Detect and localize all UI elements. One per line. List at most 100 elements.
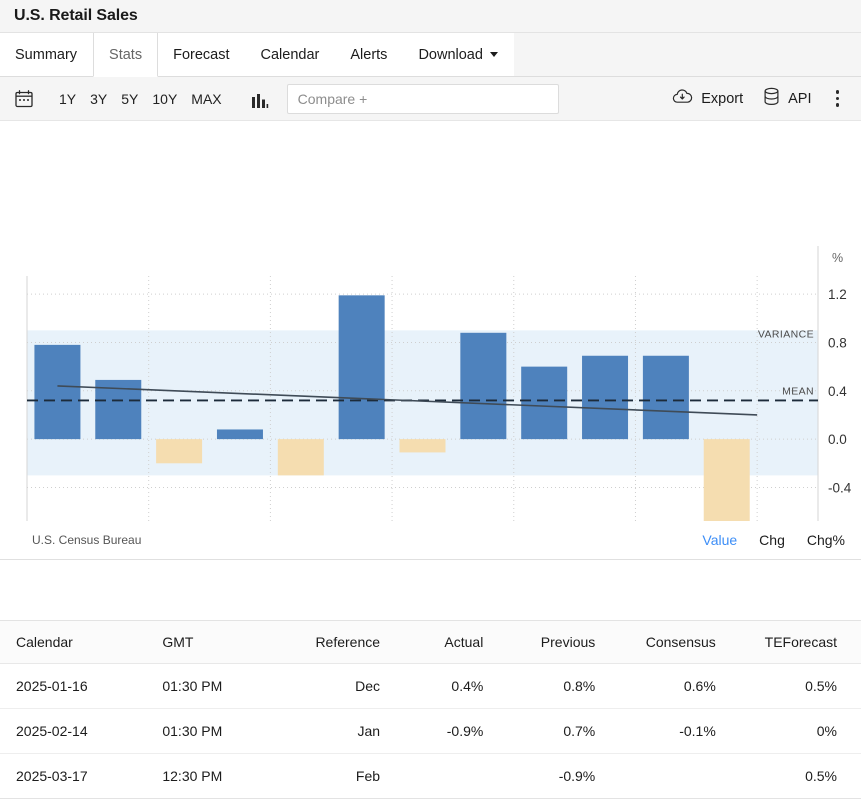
kebab-dot-1 — [836, 90, 840, 94]
table-cell: Jan — [267, 709, 396, 754]
table-cell: 0.7% — [499, 709, 611, 754]
table-cell: -0.9% — [499, 754, 611, 799]
column-header-teforecast[interactable]: TEForecast — [732, 621, 861, 664]
chart-plot-area[interactable]: VARIANCEMEAN1.20.80.40.0-0.4-0.8%FebMarA… — [0, 121, 861, 521]
api-label: API — [788, 91, 811, 107]
cloud-download-icon — [672, 88, 693, 110]
tab-calendar[interactable]: Calendar — [246, 33, 336, 76]
bar-nov[interactable] — [582, 356, 628, 439]
variance-label: VARIANCE — [758, 328, 814, 340]
table-header-row: Calendar GMT Reference Actual Previous C… — [0, 621, 861, 664]
calendar-table-container: Calendar GMT Reference Actual Previous C… — [0, 620, 861, 799]
toggle-chgpct[interactable]: Chg% — [807, 532, 845, 548]
page-title: U.S. Retail Sales — [14, 7, 138, 25]
bar-aug[interactable] — [400, 439, 446, 452]
range-button-5y[interactable]: 5Y — [114, 88, 145, 110]
column-header-actual[interactable]: Actual — [396, 621, 499, 664]
table-cell: 01:30 PM — [146, 709, 267, 754]
compare-input[interactable] — [287, 84, 559, 114]
column-header-gmt[interactable]: GMT — [146, 621, 267, 664]
bar-jul[interactable] — [339, 295, 385, 439]
app-header: U.S. Retail Sales — [0, 0, 861, 33]
table-cell: -0.1% — [611, 709, 732, 754]
kebab-dot-2 — [836, 97, 840, 101]
table-cell: 0.4% — [396, 664, 499, 709]
table-row[interactable]: 2025-03-1712:30 PMFeb -0.9% 0.5% — [0, 754, 861, 799]
table-cell: Dec — [267, 664, 396, 709]
range-button-max[interactable]: MAX — [184, 88, 228, 110]
variance-band — [27, 330, 818, 475]
calendar-icon[interactable] — [14, 89, 34, 109]
tab-download-label: Download — [418, 47, 483, 63]
table-cell: 2025-01-16 — [0, 664, 146, 709]
table-cell: Feb — [267, 754, 396, 799]
value-mode-toggles: Value Chg Chg% — [702, 532, 845, 548]
more-vertical-icon[interactable] — [822, 86, 848, 111]
y-tick-label-1: 0.8 — [828, 335, 847, 350]
retail-sales-bar-chart[interactable]: VARIANCEMEAN1.20.80.40.0-0.4-0.8%FebMarA… — [0, 121, 861, 521]
bar-sep[interactable] — [460, 333, 506, 439]
chart-toolbar: 1Y 3Y 5Y 10Y MAX Export — [0, 77, 861, 121]
chevron-down-icon — [490, 52, 498, 57]
table-cell — [396, 754, 499, 799]
bar-chart-icon[interactable] — [251, 89, 269, 109]
table-body: 2025-01-1601:30 PMDec0.4%0.8%0.6%0.5%202… — [0, 664, 861, 799]
column-header-previous[interactable]: Previous — [499, 621, 611, 664]
toggle-chg[interactable]: Chg — [759, 532, 785, 548]
bar-may[interactable] — [217, 429, 263, 439]
tab-download[interactable]: Download — [403, 33, 514, 76]
y-tick-label-4: -0.4 — [828, 480, 852, 495]
table-cell: 01:30 PM — [146, 664, 267, 709]
bar-jun[interactable] — [278, 439, 324, 475]
range-button-1y[interactable]: 1Y — [52, 88, 83, 110]
table-cell: 2025-02-14 — [0, 709, 146, 754]
api-button[interactable]: API — [753, 83, 821, 114]
table-cell: 0.6% — [611, 664, 732, 709]
bar-2025[interactable] — [704, 439, 750, 521]
column-header-consensus[interactable]: Consensus — [611, 621, 732, 664]
table-cell: 2025-03-17 — [0, 754, 146, 799]
y-tick-label-3: 0.0 — [828, 432, 847, 447]
table-cell: 12:30 PM — [146, 754, 267, 799]
table-cell: 0% — [732, 709, 861, 754]
bar-oct[interactable] — [521, 367, 567, 440]
table-cell: 0.5% — [732, 754, 861, 799]
table-row[interactable]: 2025-01-1601:30 PMDec0.4%0.8%0.6%0.5% — [0, 664, 861, 709]
tab-alerts[interactable]: Alerts — [335, 33, 403, 76]
table-row[interactable]: 2025-02-1401:30 PMJan-0.9%0.7%-0.1%0% — [0, 709, 861, 754]
bar-feb[interactable] — [34, 345, 80, 439]
range-button-3y[interactable]: 3Y — [83, 88, 114, 110]
kebab-dot-3 — [836, 103, 840, 107]
table-header: Calendar GMT Reference Actual Previous C… — [0, 621, 861, 664]
toolbar-actions: Export API — [662, 83, 847, 114]
table-cell: 0.8% — [499, 664, 611, 709]
mean-label: MEAN — [782, 385, 814, 397]
tab-stats-label: Stats — [109, 47, 142, 63]
export-label: Export — [701, 91, 743, 107]
export-button[interactable]: Export — [662, 84, 753, 114]
chart-source-label: U.S. Census Bureau — [32, 533, 141, 547]
tab-alerts-label: Alerts — [350, 47, 387, 63]
range-button-10y[interactable]: 10Y — [145, 88, 184, 110]
chart-card: 1Y 3Y 5Y 10Y MAX Export — [0, 77, 861, 560]
tab-forecast-label: Forecast — [173, 47, 229, 63]
table-cell: 0.5% — [732, 664, 861, 709]
tab-bar: Summary Stats Forecast Calendar Alerts D… — [0, 33, 861, 77]
tab-forecast[interactable]: Forecast — [158, 33, 245, 76]
section-spacer — [0, 560, 861, 620]
tab-stats[interactable]: Stats — [93, 33, 158, 77]
tab-summary-label: Summary — [15, 47, 77, 63]
table-cell — [611, 754, 732, 799]
chart-footer: U.S. Census Bureau Value Chg Chg% — [0, 521, 861, 559]
y-tick-label-0: 1.2 — [828, 287, 847, 302]
column-header-calendar[interactable]: Calendar — [0, 621, 146, 664]
y-tick-label-2: 0.4 — [828, 384, 847, 399]
tab-summary[interactable]: Summary — [0, 33, 93, 76]
toggle-value[interactable]: Value — [702, 532, 737, 548]
bar-apr[interactable] — [156, 439, 202, 463]
tab-calendar-label: Calendar — [261, 47, 320, 63]
bar-dec[interactable] — [643, 356, 689, 439]
database-icon — [763, 87, 780, 110]
y-axis-unit-label: % — [832, 251, 843, 265]
column-header-reference[interactable]: Reference — [267, 621, 396, 664]
